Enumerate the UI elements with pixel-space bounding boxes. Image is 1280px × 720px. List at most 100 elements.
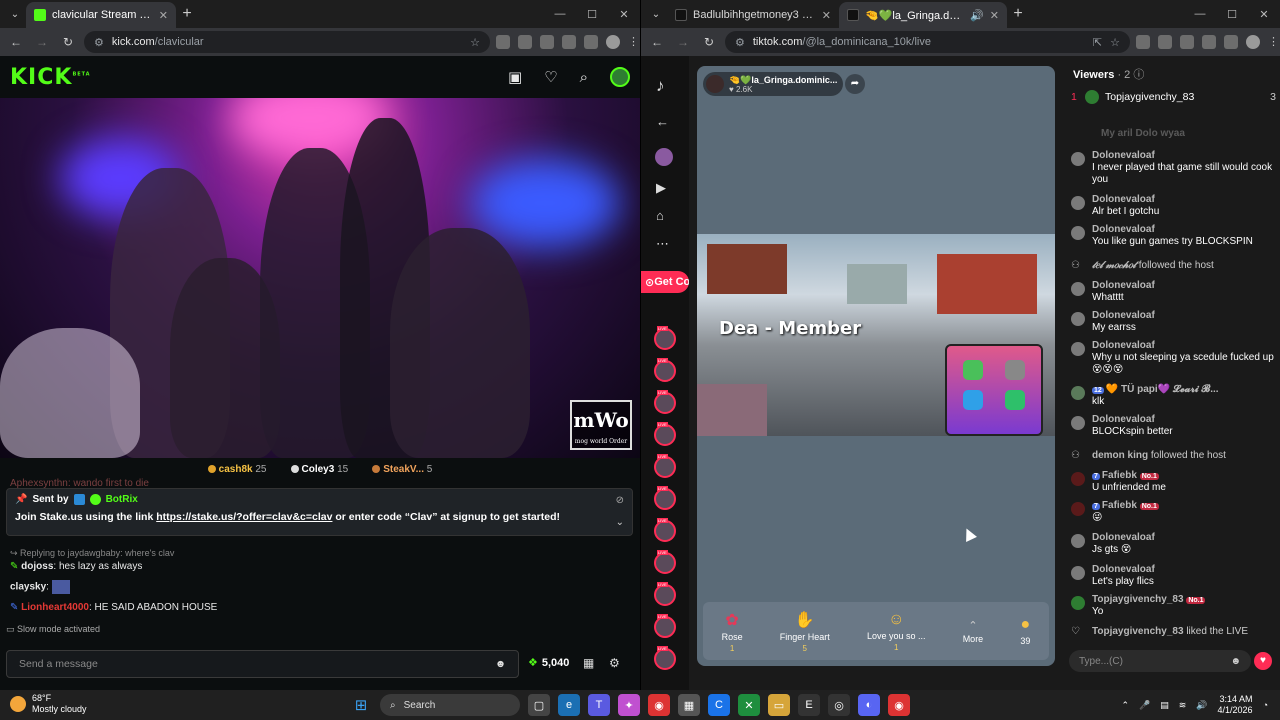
discord-icon[interactable]: ◐ <box>858 694 880 716</box>
maximize-icon[interactable]: ☐ <box>1216 8 1248 21</box>
chat-avatar[interactable] <box>1071 282 1085 296</box>
open-in-app-icon[interactable]: ⇱ <box>1093 36 1102 49</box>
chat-avatar[interactable] <box>1071 534 1085 548</box>
chat-username[interactable]: Topjaygivenchy_83 <box>1092 594 1184 605</box>
close-tab-icon[interactable]: ✕ <box>159 9 168 22</box>
gift-love-you[interactable]: ☺ Love you so ... 1 <box>867 611 926 652</box>
supporter[interactable]: SteakV... 5 <box>372 464 432 475</box>
close-window-icon[interactable]: ✕ <box>608 8 640 21</box>
reading-list-icon[interactable] <box>1224 35 1238 49</box>
chat-avatar[interactable] <box>1071 386 1085 400</box>
edge-icon[interactable]: e <box>558 694 580 716</box>
chat-username[interactable]: Dolonevaloaf <box>1092 564 1155 575</box>
tiktok-logo-icon[interactable]: ♪ <box>656 76 665 96</box>
channel-points[interactable]: ❖ 5,040 <box>528 656 569 670</box>
gift-rose[interactable]: ✿ Rose 1 <box>722 610 743 653</box>
live-avatar[interactable] <box>654 518 676 542</box>
send-message-input[interactable]: Send a message ☻ <box>6 650 519 678</box>
live-avatar[interactable] <box>654 582 676 606</box>
back-arrow-icon[interactable]: ← <box>656 114 669 129</box>
live-avatar[interactable] <box>654 326 676 350</box>
maximize-icon[interactable]: ☐ <box>576 8 608 21</box>
chat-username[interactable]: Fafiebk <box>1102 500 1137 511</box>
bookmark-star-icon[interactable]: ☆ <box>470 36 480 49</box>
supporter[interactable]: cash8k 25 <box>207 464 267 475</box>
tiktok-chat-input[interactable]: Type...(C) ☻ <box>1069 650 1251 672</box>
profile-avatar[interactable] <box>1246 35 1260 49</box>
chat-avatar[interactable] <box>1071 502 1085 516</box>
bookmark-star-icon[interactable]: ☆ <box>1110 36 1120 49</box>
reading-list-icon[interactable] <box>584 35 598 49</box>
forward-icon[interactable]: → <box>673 35 693 49</box>
chat-avatar[interactable] <box>1071 416 1085 430</box>
bot-name[interactable]: BotRix <box>106 494 138 505</box>
live-avatar[interactable] <box>654 422 676 446</box>
pinned-link[interactable]: https://stake.us/?offer=clav&c=clav <box>156 511 332 523</box>
live-camera-icon[interactable]: ▶ <box>656 180 666 196</box>
following-heart-icon[interactable]: ♡ <box>544 68 557 86</box>
file-explorer-icon[interactable]: ▭ <box>768 694 790 716</box>
tray-chevron-up-icon[interactable]: ⌃ <box>1121 700 1129 711</box>
chat-avatar[interactable] <box>1071 312 1085 326</box>
chat-username[interactable]: Dolonevaloaf <box>1092 280 1155 291</box>
chat-avatar[interactable] <box>1071 596 1085 610</box>
tab-tiktok-2[interactable]: 🤏💚la_Gringa.dominicana 🔊 ✕ <box>839 2 1007 28</box>
top-viewer-row[interactable]: 1 Topjaygivenchy_83 3 <box>1071 90 1276 104</box>
get-coins-button[interactable]: ⊙ Get Coins <box>641 271 689 293</box>
user-avatar[interactable] <box>610 67 630 87</box>
tab-tiktok-1[interactable]: Badlulbihhgetmoney3 (@badlu ✕ <box>667 2 839 28</box>
info-icon[interactable]: ⓘ <box>1133 69 1144 81</box>
weather-widget[interactable]: 68°F Mostly cloudy <box>10 693 87 715</box>
live-avatar[interactable] <box>654 614 676 638</box>
gift-icon[interactable]: ▦ <box>583 656 594 670</box>
live-avatar[interactable] <box>654 358 676 382</box>
more-gifts-button[interactable]: ⌃ More <box>963 619 984 644</box>
browse-icon[interactable]: ▣ <box>508 68 522 86</box>
chrome-2-icon[interactable]: ◉ <box>888 694 910 716</box>
extension-icon[interactable] <box>1180 35 1194 49</box>
extension-icon[interactable] <box>518 35 532 49</box>
teams-icon[interactable]: T <box>588 694 610 716</box>
new-tab-icon[interactable]: + <box>176 5 198 23</box>
chat-username[interactable]: 🧡 TÜ papi💜 𝓛𝓮𝓪𝓻𝓲 𝓑... <box>1106 384 1219 395</box>
minimize-icon[interactable]: — <box>1184 8 1216 21</box>
close-window-icon[interactable]: ✕ <box>1248 8 1280 21</box>
live-avatar[interactable] <box>654 550 676 574</box>
close-tab-icon[interactable]: ✕ <box>990 9 999 22</box>
wifi-icon[interactable]: ≋ <box>1179 700 1187 711</box>
close-tab-icon[interactable]: ✕ <box>822 9 831 22</box>
chevron-down-icon[interactable]: ⌄ <box>616 517 624 528</box>
chat-username[interactable]: demon king <box>1092 450 1148 461</box>
live-avatar[interactable] <box>654 646 676 670</box>
chat-avatar[interactable] <box>1071 472 1085 486</box>
tab-search-icon[interactable]: ⌄ <box>645 3 667 25</box>
chrome-icon[interactable]: ◉ <box>648 694 670 716</box>
menu-dots-icon[interactable]: ⋮ <box>628 35 639 49</box>
reload-icon[interactable]: ↻ <box>58 35 78 49</box>
steam-icon[interactable]: ◎ <box>828 694 850 716</box>
extension-icon[interactable] <box>1158 35 1172 49</box>
reload-icon[interactable]: ↻ <box>699 35 719 49</box>
supporter[interactable]: Coley3 15 <box>290 464 348 475</box>
copilot-icon[interactable]: ✦ <box>618 694 640 716</box>
chat-avatar[interactable] <box>1071 152 1085 166</box>
chat-username[interactable]: claysky <box>10 582 46 593</box>
chat-username[interactable]: 𝓉𝑒𝓁 𝓂𝑜𝒸𝒽𝑜𝓉 <box>1092 260 1136 271</box>
chat-username[interactable]: Lionheart4000 <box>21 602 89 613</box>
gift-finger-heart[interactable]: ✋ Finger Heart 5 <box>780 610 830 653</box>
chat-avatar[interactable] <box>1071 566 1085 580</box>
coin-balance[interactable]: ● 39 <box>1020 616 1030 646</box>
chat-username[interactable]: Dolonevaloaf <box>1092 194 1155 205</box>
chat-username[interactable]: Dolonevaloaf <box>1092 414 1155 425</box>
minimize-icon[interactable]: — <box>544 8 576 21</box>
more-dots-icon[interactable]: ⋯ <box>656 236 669 252</box>
emoji-icon[interactable]: ☻ <box>495 658 506 670</box>
site-info-icon[interactable]: ⚙ <box>94 36 104 49</box>
chat-username[interactable]: Topjaygivenchy_83 <box>1092 626 1184 637</box>
taskbar-search[interactable]: ⌕ Search <box>380 694 520 716</box>
volume-icon[interactable]: 🔊 <box>1196 700 1207 711</box>
windows-start-icon[interactable]: ⊞ <box>350 694 372 716</box>
profile-avatar[interactable] <box>606 35 620 49</box>
store-icon[interactable]: ▦ <box>678 694 700 716</box>
chat-username[interactable]: Dolonevaloaf <box>1092 150 1155 161</box>
